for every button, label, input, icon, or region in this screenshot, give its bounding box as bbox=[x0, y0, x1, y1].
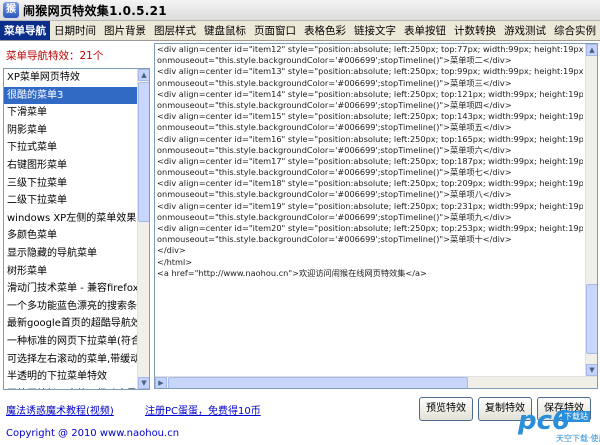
list-item[interactable]: 阴影菜单 bbox=[4, 122, 138, 140]
tab-6[interactable]: 表格色彩 bbox=[300, 21, 350, 40]
list-item[interactable]: 很酷的菜单3 bbox=[4, 86, 138, 105]
scroll-up-arrow-icon[interactable]: ▲ bbox=[138, 69, 149, 81]
list-item[interactable]: 三级下拉菜单 bbox=[4, 175, 138, 193]
code-line: onmouseout="this.style.backgroundColor='… bbox=[157, 144, 512, 155]
title-bar[interactable]: 猴 闹猴网页特效集1.0.5.21 bbox=[0, 0, 600, 21]
effect-list[interactable]: XP菜单网页特效 很酷的菜单3 下滑菜单 阴影菜单 下拉式菜单 右键图形菜单 三级下拉菜单二… bbox=[3, 68, 150, 390]
code-line: <div align=center id="item15" style="pos… bbox=[157, 111, 583, 122]
list-item[interactable]: 多颜色菜单 bbox=[4, 227, 138, 245]
tab-7[interactable]: 链接文字 bbox=[350, 21, 400, 40]
list-item[interactable]: 国外网站扒下来的二级动态导航 bbox=[4, 386, 138, 390]
scroll-down-arrow-icon[interactable]: ▼ bbox=[138, 377, 149, 389]
tab-4[interactable]: 键盘鼠标 bbox=[200, 21, 250, 40]
watermark-badge: 下载站 bbox=[562, 411, 590, 422]
code-line: </html> bbox=[157, 256, 193, 267]
effect-count-label: 菜单导航特效：21个 bbox=[6, 50, 104, 62]
code-line: <div align=center id="item12" style="pos… bbox=[157, 44, 583, 54]
tab-11[interactable]: 综合实例 bbox=[550, 21, 600, 40]
code-line: onmouseout="this.style.backgroundColor='… bbox=[157, 234, 512, 245]
scroll-thumb[interactable] bbox=[138, 82, 149, 222]
list-item[interactable]: 滑动门技术菜单 - 兼容firefox火狐 bbox=[4, 280, 138, 298]
register-pc-egg-link[interactable]: 注册PC蛋蛋，免费得10币 bbox=[145, 402, 261, 417]
pc6-watermark-logo: pc6 下载站 天空下载·使用帮助 bbox=[518, 407, 600, 443]
code-line: <div align=center id="item16" style="pos… bbox=[157, 133, 583, 144]
window-title: 闹猴网页特效集1.0.5.21 bbox=[23, 3, 167, 18]
list-item[interactable]: 下滑菜单 bbox=[4, 104, 138, 122]
list-item[interactable]: windows XP左侧的菜单效果 bbox=[4, 210, 138, 228]
code-line: <div align=center id="item13" style="pos… bbox=[157, 66, 583, 77]
list-item[interactable]: 下拉式菜单 bbox=[4, 139, 138, 157]
code-line: onmouseout="this.style.backgroundColor='… bbox=[157, 211, 512, 222]
tab-10[interactable]: 游戏测试 bbox=[500, 21, 550, 40]
list-item[interactable]: 一个多功能蓝色漂亮的搜索条 bbox=[4, 298, 138, 316]
code-line: <div align=center id="item18" style="pos… bbox=[157, 178, 583, 189]
scroll-thumb[interactable] bbox=[586, 284, 597, 354]
code-vertical-scrollbar[interactable]: ▲ ▼ bbox=[585, 44, 597, 388]
tab-5[interactable]: 页面窗口 bbox=[250, 21, 300, 40]
scroll-right-arrow-icon[interactable]: ▶ bbox=[155, 377, 167, 388]
list-item[interactable]: 树形菜单 bbox=[4, 263, 138, 281]
code-editor[interactable]: <div align=center id="item12" style="pos… bbox=[154, 43, 598, 389]
tab-2[interactable]: 图片背景 bbox=[100, 21, 150, 40]
list-item[interactable]: 可选择左右滚动的菜单,带缓动 bbox=[4, 351, 138, 369]
watermark-sub: 天空下载·使用帮助 bbox=[556, 434, 600, 443]
list-item[interactable]: 半透明的下拉菜单特效 bbox=[4, 368, 138, 386]
code-line: </div> bbox=[157, 245, 186, 256]
tab-8[interactable]: 表单按钮 bbox=[400, 21, 450, 40]
list-item[interactable]: 最新google首页的超酷导航效果 bbox=[4, 315, 138, 333]
code-text: <div align=center id="item12" style="pos… bbox=[157, 44, 583, 374]
scroll-thumb[interactable] bbox=[168, 377, 468, 388]
copyright-text: Copyright @ 2010 www.naohou.cn bbox=[6, 428, 180, 439]
scroll-up-arrow-icon[interactable]: ▲ bbox=[586, 44, 597, 56]
code-line: <div align=center id="item17" style="pos… bbox=[157, 155, 583, 166]
code-line: onmouseout="this.style.backgroundColor='… bbox=[157, 167, 512, 178]
code-line: onmouseout="this.style.backgroundColor='… bbox=[157, 122, 512, 133]
code-line: onmouseout="this.style.backgroundColor='… bbox=[157, 189, 512, 200]
effect-list-vertical-scrollbar[interactable]: ▲ ▼ bbox=[137, 69, 149, 389]
code-line: onmouseout="this.style.backgroundColor='… bbox=[157, 99, 512, 110]
code-line: <div align=center id="item20" style="pos… bbox=[157, 223, 583, 233]
code-line: <div align=center id="item14" style="pos… bbox=[157, 88, 583, 99]
code-line: <a href="http://www.naohou.cn">欢迎访问闹猴在线网… bbox=[157, 267, 427, 278]
code-line: onmouseout="this.style.backgroundColor='… bbox=[157, 55, 512, 66]
code-line: <div align=center id="item19" style="pos… bbox=[157, 200, 583, 211]
magic-tutorial-link[interactable]: 魔法诱惑魔术教程(视频) bbox=[6, 402, 114, 417]
scroll-down-arrow-icon[interactable]: ▼ bbox=[586, 364, 597, 376]
preview-effect-button[interactable]: 预览特效 bbox=[419, 397, 473, 421]
list-item[interactable]: 一种标准的网页下拉菜单(符合) bbox=[4, 333, 138, 351]
monkey-app-icon: 猴 bbox=[3, 2, 19, 18]
tab-0[interactable]: 菜单导航 bbox=[0, 21, 50, 40]
code-line: onmouseout="this.style.backgroundColor='… bbox=[157, 77, 512, 88]
effect-list-items: XP菜单网页特效 很酷的菜单3 下滑菜单 阴影菜单 下拉式菜单 右键图形菜单 三级下拉菜单二… bbox=[4, 69, 138, 389]
tab-9[interactable]: 计数转换 bbox=[450, 21, 500, 40]
tab-1[interactable]: 日期时间 bbox=[50, 21, 100, 40]
list-item[interactable]: 二级下拉菜单 bbox=[4, 192, 138, 210]
category-tab-bar: 菜单导航 日期时间 图片背景 图层样式 键盘鼠标 页面窗口 表格色彩 链接文字 表单按钮 计数转换… bbox=[0, 21, 600, 41]
tab-3[interactable]: 图层样式 bbox=[150, 21, 200, 40]
list-item[interactable]: XP菜单网页特效 bbox=[4, 69, 138, 87]
list-item[interactable]: 显示隐藏的导航菜单 bbox=[4, 245, 138, 263]
list-item[interactable]: 右键图形菜单 bbox=[4, 157, 138, 175]
code-horizontal-scrollbar[interactable]: ◀ ▶ bbox=[155, 376, 597, 388]
